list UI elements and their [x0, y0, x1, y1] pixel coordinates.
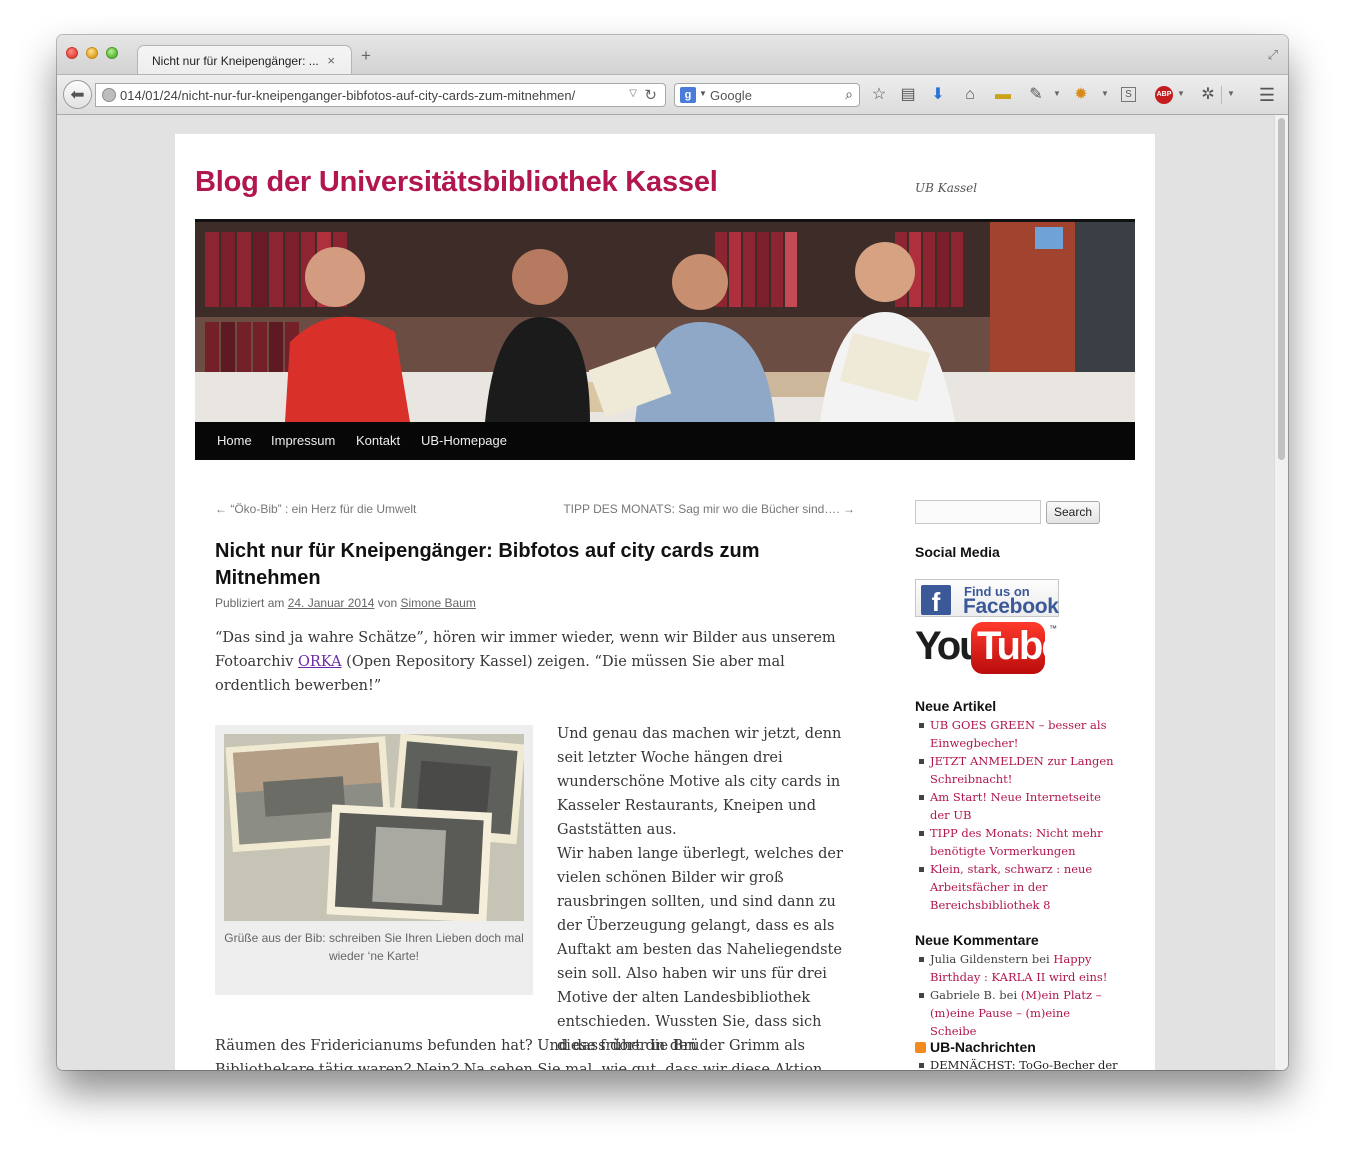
comment-author: Julia Gildenstern	[930, 952, 1029, 966]
facebook-icon: f	[921, 585, 951, 615]
recent-comments-list: Julia Gildenstern bei Happy Birthday : K…	[915, 950, 1115, 1040]
meta-prefix: Publiziert am	[215, 596, 288, 610]
postcard-figure: Grüße aus der Bib: schreiben Sie Ihren L…	[215, 725, 533, 995]
globe-icon	[102, 88, 116, 102]
rss-item[interactable]: DEMNÄCHST: ToGo-Becher der	[915, 1056, 1118, 1070]
recent-post-link[interactable]: TIPP des Monats: Nicht mehr benötigte Vo…	[915, 824, 1115, 860]
tab-bar: Nicht nur für Kneipengänger: ... × + ⤢	[57, 35, 1288, 75]
url-bar[interactable]: 014/01/24/nicht-nur-fur-kneipenganger-bi…	[95, 83, 666, 107]
blog-page: Blog der Universitätsbibliothek Kassel U…	[175, 134, 1155, 1070]
magnifier-icon[interactable]: ⌕	[845, 86, 853, 103]
fullscreen-icon[interactable]: ⤢	[1268, 47, 1278, 63]
adblock-icon[interactable]: ABP	[1155, 86, 1173, 104]
site-title[interactable]: Blog der Universitätsbibliothek Kassel	[195, 166, 718, 199]
author-link[interactable]: Simone Baum	[400, 596, 475, 610]
search-bar[interactable]: g ▼ Google ⌕	[674, 83, 860, 107]
menu-item-impressum[interactable]: Impressum	[271, 433, 335, 448]
facebook-badge[interactable]: f Find us on Facebook	[915, 579, 1059, 618]
bug-icon[interactable]: ✲	[1198, 85, 1218, 105]
sidebar-search-input[interactable]	[915, 500, 1041, 524]
page-viewport: Blog der Universitätsbibliothek Kassel U…	[57, 115, 1288, 1070]
back-arrow-icon[interactable]: ⬅	[63, 80, 92, 109]
post-meta: Publiziert am 24. Januar 2014 von Simone…	[215, 596, 476, 610]
facebook-name-text: Facebook	[963, 595, 1059, 618]
youtube-logo[interactable]: You Tube ™	[915, 622, 1065, 674]
eyedropper-dropdown-icon[interactable]: ▼	[1053, 89, 1061, 98]
toolbar-separator	[1221, 86, 1222, 104]
recent-post-link[interactable]: JETZT ANMELDEN zur Langen Schreibnacht!	[915, 752, 1115, 788]
eyedropper-icon[interactable]: ✎	[1026, 85, 1046, 105]
sidebar-search-button[interactable]: Search	[1046, 501, 1100, 524]
header-photo-students-reading	[195, 222, 1135, 422]
meta-by: von	[374, 596, 401, 610]
menu-item-kontakt[interactable]: Kontakt	[356, 433, 400, 448]
menu-item-ub-homepage[interactable]: UB-Homepage	[421, 433, 507, 448]
recent-posts-title: Neue Artikel	[915, 698, 997, 714]
figure-caption: Grüße aus der Bib: schreiben Sie Ihren L…	[224, 931, 524, 963]
body-paragraph-3: Räumen des Fridericianums befunden hat? …	[215, 1038, 823, 1070]
menu-icon[interactable]: ☰	[1257, 85, 1277, 105]
firebug-icon[interactable]: ✹	[1071, 85, 1091, 105]
recent-post-link[interactable]: Am Start! Neue Internetseite der UB	[915, 788, 1115, 824]
clipboard-icon[interactable]: ▤	[898, 85, 918, 105]
url-text[interactable]: 014/01/24/nicht-nur-fur-kneipenganger-bi…	[120, 88, 622, 103]
orka-link[interactable]: ORKA	[298, 654, 342, 670]
search-engine-placeholder: Google	[710, 88, 752, 103]
zoom-window-button[interactable]	[106, 47, 118, 59]
tab-title: Nicht nur für Kneipengänger: ...	[152, 54, 319, 68]
adblock-dropdown-icon[interactable]: ▼	[1177, 89, 1185, 98]
firebug-dropdown-icon[interactable]: ▼	[1101, 89, 1109, 98]
comment-on: bei	[995, 988, 1021, 1002]
postcard-image[interactable]	[224, 734, 524, 921]
intro-paragraph: “Das sind ja wahre Schätze”, hören wir i…	[215, 626, 855, 698]
comment-author: Gabriele B.	[930, 988, 996, 1002]
recent-comments-title: Neue Kommentare	[915, 932, 1039, 948]
bookmark-star-icon[interactable]: ☆	[869, 85, 889, 105]
comment-item: Gabriele B. bei (M)ein Platz – (m)eine P…	[915, 986, 1115, 1040]
tab-close-icon[interactable]: ×	[327, 53, 335, 68]
navigation-toolbar: ⬅ 014/01/24/nicht-nur-fur-kneipenganger-…	[57, 74, 1288, 115]
body-paragraph-2: Wir haben lange überlegt, welches der vi…	[557, 846, 843, 1054]
history-dropdown-icon[interactable]: ▽	[629, 88, 637, 99]
post-title: Nicht nur für Kneipengänger: Bibfotos au…	[215, 540, 760, 589]
tab-active[interactable]: Nicht nur für Kneipengänger: ... ×	[137, 45, 352, 75]
comment-on: bei	[1028, 952, 1054, 966]
next-post-link[interactable]: TIPP DES MONATS: Sag mir wo die Bücher s…	[563, 502, 855, 516]
ruler-icon[interactable]: ▬	[993, 85, 1013, 105]
rss-icon[interactable]	[915, 1042, 926, 1053]
post-date-link[interactable]: 24. Januar 2014	[288, 596, 375, 610]
main-menu: Home Impressum Kontakt UB-Homepage	[195, 422, 1135, 460]
google-icon[interactable]: g	[680, 87, 696, 103]
bug-dropdown-icon[interactable]: ▼	[1227, 89, 1235, 98]
site-description: UB Kassel	[915, 181, 978, 195]
reload-icon[interactable]: ↻	[644, 86, 657, 104]
comment-item: Julia Gildenstern bei Happy Birthday : K…	[915, 950, 1115, 986]
recent-post-link[interactable]: UB GOES GREEN – besser als Einwegbecher!	[915, 716, 1115, 752]
home-icon[interactable]: ⌂	[960, 85, 980, 105]
social-media-title: Social Media	[915, 544, 1000, 560]
youtube-trademark: ™	[1049, 624, 1057, 633]
download-icon[interactable]: ⬇	[928, 85, 948, 105]
header-image[interactable]	[195, 219, 1135, 422]
minimize-window-button[interactable]	[86, 47, 98, 59]
engine-dropdown-icon[interactable]: ▼	[699, 89, 707, 98]
previous-post-link[interactable]: ← “Öko-Bib” : ein Herz für die Umwelt	[215, 502, 416, 516]
new-tab-button[interactable]: +	[361, 47, 371, 64]
browser-window: Nicht nur für Kneipengänger: ... × + ⤢ ⬅…	[57, 35, 1288, 1070]
recent-post-link[interactable]: Klein, stark, schwarz : neue Arbeitsfäch…	[915, 860, 1115, 914]
postcards-photo	[224, 734, 524, 921]
body-paragraph-1: Und genau das machen wir jetzt, denn sei…	[557, 726, 842, 838]
recent-posts-list: UB GOES GREEN – besser als Einwegbecher!…	[915, 716, 1115, 914]
menu-item-home[interactable]: Home	[217, 433, 252, 448]
close-window-button[interactable]	[66, 47, 78, 59]
scrollbar-thumb[interactable]	[1278, 118, 1285, 460]
vertical-scrollbar[interactable]	[1274, 115, 1288, 1070]
rss-widget-title[interactable]: UB-Nachrichten	[930, 1039, 1036, 1055]
screenshot-icon[interactable]: S	[1121, 87, 1136, 102]
